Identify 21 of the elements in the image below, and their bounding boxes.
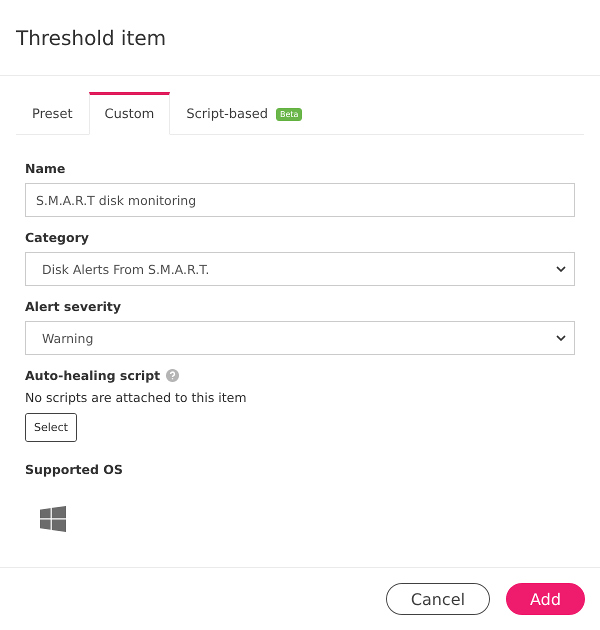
- tab[interactable]: Custom: [88, 92, 170, 135]
- field-label: Alert severity: [25, 299, 122, 314]
- chevron-down-icon: [556, 334, 566, 342]
- field-label: Supported OS: [25, 462, 123, 477]
- field-label: Category: [25, 230, 89, 245]
- field-label: Auto-healing script: [25, 368, 160, 383]
- select-button[interactable]: Select: [25, 413, 77, 442]
- select-field[interactable]: Disk Alerts From S.M.A.R.T.: [25, 252, 575, 286]
- name-field[interactable]: S.M.A.R.T disk monitoring: [25, 183, 575, 217]
- chevron-down-icon: [556, 265, 566, 273]
- empty-message: No scripts are attached to this item: [25, 390, 248, 405]
- field-label: Name: [25, 161, 66, 176]
- select-field[interactable]: Warning: [25, 321, 575, 355]
- tab[interactable]: Script-based Beta: [170, 92, 318, 135]
- beta-badge: Beta: [276, 108, 302, 121]
- windows-icon: [40, 506, 66, 532]
- dialog-title: Threshold item: [16, 26, 166, 50]
- cancel-button[interactable]: Cancel: [386, 583, 490, 615]
- help-icon[interactable]: [166, 369, 180, 382]
- add-button[interactable]: Add: [506, 583, 585, 615]
- tab[interactable]: Preset: [16, 92, 89, 135]
